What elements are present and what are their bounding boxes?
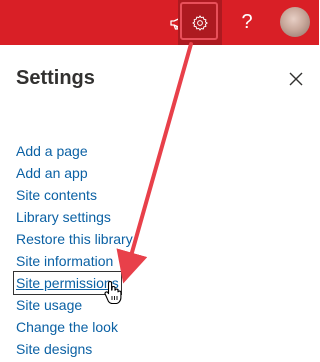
help-button[interactable]: ?	[225, 0, 269, 45]
menu-item-label: Restore this library	[16, 231, 133, 247]
menu-item-add-app[interactable]: Add an app	[16, 162, 133, 184]
close-icon	[289, 72, 303, 86]
menu-item-restore-library[interactable]: Restore this library	[16, 228, 133, 250]
menu-item-label: Site usage	[16, 297, 83, 313]
menu-item-site-permissions[interactable]: Site permissions	[13, 271, 133, 295]
menu-item-add-page[interactable]: Add a page	[16, 140, 133, 162]
panel-title: Settings	[16, 67, 95, 89]
question-icon: ?	[241, 11, 253, 33]
settings-panel: Settings Add a page Add an app Site cont…	[0, 45, 319, 362]
menu-item-site-information[interactable]: Site information	[16, 250, 133, 272]
close-button[interactable]	[284, 67, 308, 91]
settings-button[interactable]	[178, 0, 222, 45]
menu-item-site-designs[interactable]: Site designs	[16, 338, 133, 360]
menu-item-label: Site contents	[16, 187, 97, 203]
suite-header-bar: ?	[0, 0, 319, 45]
avatar[interactable]	[280, 7, 310, 37]
menu-item-label: Change the look	[16, 319, 118, 335]
menu-item-label: Site information	[16, 253, 114, 269]
menu-item-site-usage[interactable]: Site usage	[16, 294, 133, 316]
menu-item-label: Add a page	[16, 143, 88, 159]
menu-item-label: Site permissions	[13, 271, 122, 295]
settings-screen: ? Settings Add a page Add an app Site co…	[0, 0, 319, 362]
gear-icon	[192, 14, 208, 31]
menu-item-change-look[interactable]: Change the look	[16, 316, 133, 338]
settings-menu: Add a page Add an app Site contents Libr…	[13, 140, 133, 360]
menu-item-label: Site designs	[16, 341, 93, 357]
menu-item-label: Add an app	[16, 165, 88, 181]
menu-item-site-contents[interactable]: Site contents	[16, 184, 133, 206]
menu-item-label: Library settings	[16, 209, 111, 225]
menu-item-library-settings[interactable]: Library settings	[16, 206, 133, 228]
